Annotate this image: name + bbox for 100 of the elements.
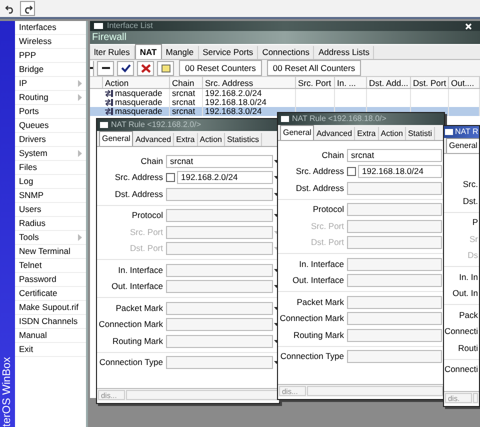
address-field[interactable]: 192.168.2.0/24 [177,171,273,184]
tab[interactable]: Advanced [133,133,174,146]
menu-item[interactable]: Wireless [15,35,86,49]
table-cell: 192.168.18.0/24 [205,98,266,107]
combo-field[interactable] [347,296,442,309]
menu-item[interactable]: Routing [15,91,86,105]
tab[interactable]: General [280,125,314,140]
menu-item[interactable]: Ports [15,105,86,119]
combo-field[interactable] [166,302,273,315]
table-cell: 192.168.3.0/24 [205,107,262,116]
combo-field[interactable] [166,334,273,348]
field-label: Src. Address [114,171,164,184]
reset-button[interactable]: 00 Reset Counters [179,60,262,76]
tab[interactable]: Advanced [314,127,356,140]
menu-item[interactable]: Password [15,273,86,287]
combo-field[interactable] [166,264,273,277]
address-field[interactable]: 192.168.18.0/24 [358,165,442,178]
tab[interactable]: Statistics [224,133,262,146]
menu-item[interactable]: Log [15,175,86,189]
menu-item[interactable]: Drivers [15,133,86,147]
redo-icon [22,4,32,14]
partial-button[interactable] [90,60,94,76]
menu-item[interactable]: Certificate [15,287,86,301]
column-header[interactable]: Src. Address [203,77,296,88]
menu-item[interactable]: Radius [15,217,86,231]
menu-item[interactable]: Bridge [15,63,86,77]
combo-field[interactable] [166,188,273,201]
menu-item[interactable]: System [15,147,86,161]
menu-item[interactable]: PPP [15,49,86,63]
menu-item[interactable]: Exit [15,343,86,357]
field-label: Protocol [130,209,164,222]
menu-item[interactable]: Telnet [15,259,86,273]
tab[interactable]: NAT [134,44,162,59]
tab[interactable]: Extra [355,127,379,140]
field-label: Src. Port [310,220,345,233]
combo-field[interactable]: srcnat [347,148,442,162]
tab[interactable]: General [446,138,479,153]
field-label: Out. Interface [292,274,345,288]
field-label: Pack [458,308,479,322]
field-label: Chain [320,148,345,162]
comment-button[interactable] [157,60,174,76]
menu-item[interactable]: Make Supout.rif [15,301,86,315]
combo-field[interactable] [347,328,442,342]
tab[interactable]: Statisti [406,127,435,140]
negate-checkbox[interactable] [166,173,175,182]
menu-item[interactable]: SNMP [15,189,86,203]
field-label: Dst. Port [128,242,164,256]
negate-checkbox[interactable] [347,167,356,176]
reset-button[interactable]: 00 Reset All Counters [266,60,362,76]
tab[interactable]: Service Ports [198,46,258,59]
menu-item[interactable]: ISDN Channels [15,315,86,329]
menu-item[interactable]: Interfaces [15,21,86,35]
close-icon[interactable] [465,22,472,30]
status-field [473,393,478,403]
field-label: In. In [458,270,479,284]
tab[interactable]: Extra [174,133,198,146]
combo-field[interactable] [166,209,273,222]
table-cell: masquerade [115,98,162,107]
tab[interactable]: Action [198,133,225,146]
menu-item[interactable]: Users [15,203,86,217]
field-label: Protocol [312,203,345,216]
window-title: Firewall [92,31,126,44]
column-header[interactable]: Dst. Port [411,77,449,88]
menu-item[interactable]: Tools [15,231,86,245]
combo-field[interactable] [347,182,442,195]
tab[interactable]: Mangle [162,46,199,59]
combo-field[interactable] [166,318,273,332]
combo-field[interactable] [166,356,273,370]
combo-field[interactable] [347,274,442,288]
redo-button[interactable] [20,1,35,16]
combo-field[interactable] [347,258,442,271]
column-header[interactable]: In. ... [335,77,367,88]
column-header[interactable]: Src. Port [296,77,335,88]
tab[interactable]: General [99,131,134,146]
combo-field[interactable] [347,203,442,216]
column-header[interactable]: Action [103,77,170,88]
menu-item[interactable]: Queues [15,119,86,133]
tab[interactable]: Connections [258,46,314,59]
menu-item[interactable]: Manual [15,329,86,343]
remove-button[interactable] [97,60,114,76]
field-label: Connecti [444,363,479,376]
enable-button[interactable] [117,60,134,76]
submenu-arrow-icon [78,150,82,157]
window-title: NAT R [455,126,478,138]
field-label: Connection Type [279,350,345,364]
combo-field[interactable] [166,280,273,294]
menu-item[interactable]: IP [15,77,86,91]
column-header[interactable]: Out.... [449,77,480,88]
column-header[interactable]: Chain [170,77,203,88]
disable-button[interactable] [137,60,154,76]
combo-field[interactable] [347,350,442,364]
combo-field[interactable] [347,312,442,326]
tab[interactable]: Action [378,127,406,140]
menu-item[interactable]: Files [15,161,86,175]
combo-field[interactable]: srcnat [166,154,273,168]
tab[interactable]: Address Lists [314,46,374,59]
field-label: Chain [140,154,164,168]
check-icon [120,64,130,72]
menu-item[interactable]: New Terminal [15,245,86,259]
column-header[interactable]: Dst. Add... [367,77,411,88]
